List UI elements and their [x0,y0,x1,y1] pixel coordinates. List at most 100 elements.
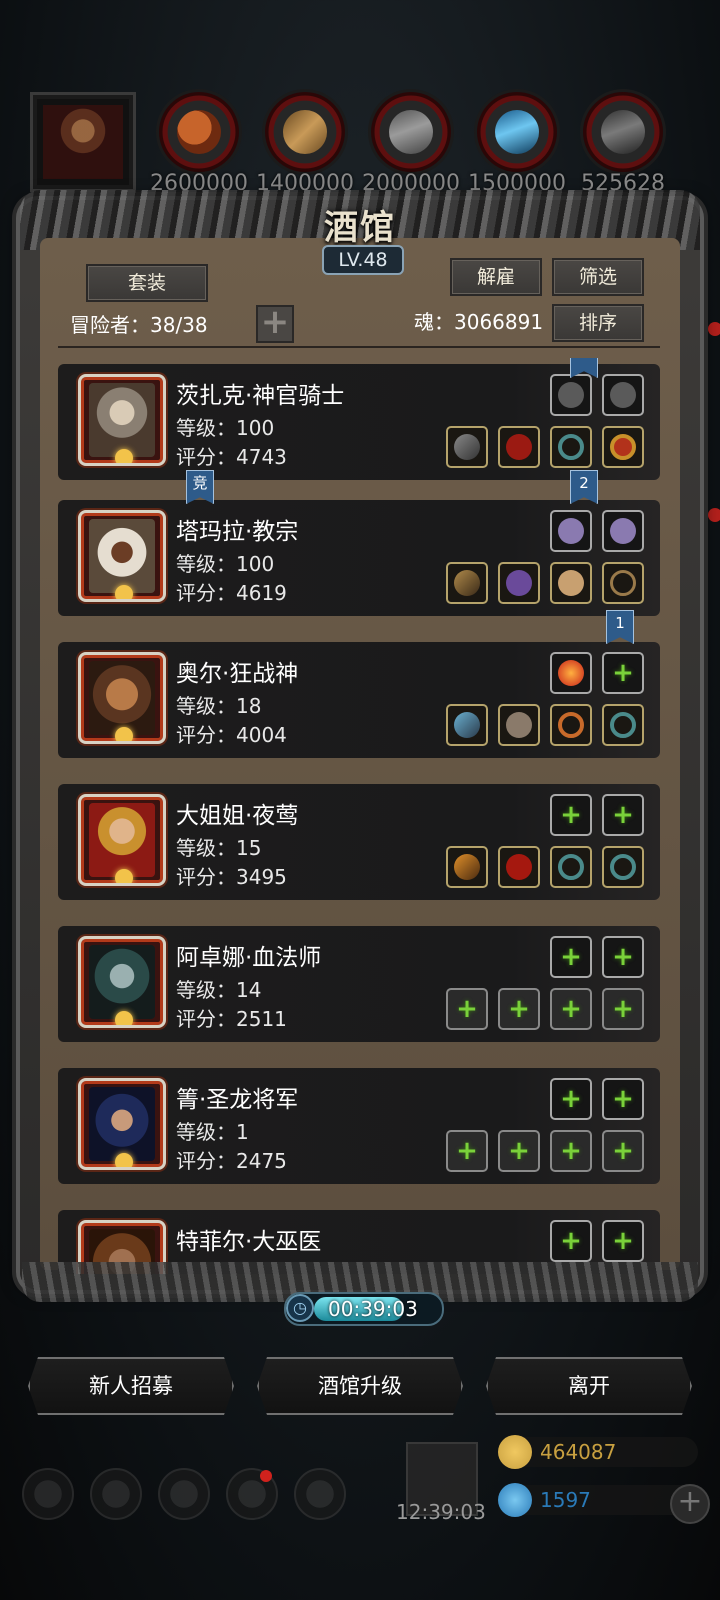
tavern-level-badge: LV.48 [322,245,404,275]
helmet-slot[interactable] [498,426,540,468]
ring-icon [610,854,636,880]
crystal-resource[interactable] [477,92,557,172]
armor-icon [506,712,532,738]
empty-gem-slot[interactable]: + [602,936,644,978]
sort-button[interactable]: 排序 [552,304,644,342]
hero-score: 评分：2511 [176,1007,287,1031]
hero-face [89,519,155,593]
hero-level: 等级：100 [176,552,275,576]
upgrade-tavern-button[interactable]: 酒馆升级 [257,1357,463,1415]
empty-ring-slot[interactable]: + [602,1130,644,1172]
add-currency-button[interactable]: + [670,1484,710,1524]
dismiss-button[interactable]: 解雇 [450,258,542,296]
ring-icon [558,712,584,738]
settings-icon[interactable] [22,1468,74,1520]
mail-notification-dot [260,1470,272,1482]
hero-name: 茨扎克·神官骑士 [176,383,345,409]
empty-weapon-slot[interactable]: + [446,1130,488,1172]
hero-portrait[interactable] [78,652,166,744]
hero-card[interactable]: 阿卓娜·血法师 等级：14 评分：2511 + + + + + + [58,926,660,1042]
meat-resource[interactable] [159,92,239,172]
moon-rank-icon [115,1011,133,1025]
meat-icon [177,110,221,154]
hero-portrait[interactable] [78,1078,166,1170]
moon-rank-icon [115,449,133,463]
hero-portrait[interactable] [78,936,166,1028]
wood-resource[interactable] [265,92,345,172]
filter-button[interactable]: 筛选 [552,258,644,296]
add-icon: + [612,1084,634,1114]
add-icon: + [612,800,634,830]
achievement-icon[interactable] [90,1468,142,1520]
set-button[interactable]: 套装 [86,264,208,302]
empty-weapon-slot[interactable]: + [446,988,488,1030]
moon-rank-icon [115,1153,133,1167]
helmet-icon [506,434,532,460]
ring-slot[interactable] [550,704,592,746]
empty-ring-slot[interactable]: + [550,988,592,1030]
player-avatar[interactable] [30,92,136,192]
cloak-slot[interactable] [498,846,540,888]
arena-ribbon: 竞 [186,470,214,504]
ring-slot[interactable] [550,426,592,468]
battleaxe-icon [454,712,480,738]
empty-gem-slot[interactable]: + [550,1220,592,1262]
iron-resource[interactable] [371,92,451,172]
empty-ring-slot[interactable]: + [550,1130,592,1172]
hero-card[interactable]: 大姐姐·夜莺 等级：15 评分：3495 + + [58,784,660,900]
crystal-slot[interactable] [550,510,592,552]
empty-armor-slot[interactable]: + [498,1130,540,1172]
empty-gem-slot[interactable]: + [602,794,644,836]
staff-icon [454,570,480,596]
axe-icon [454,434,480,460]
empty-armor-slot[interactable]: + [498,988,540,1030]
ring-slot[interactable] [602,846,644,888]
ring-slot[interactable] [550,846,592,888]
axe-slot[interactable] [446,426,488,468]
hero-list[interactable]: 茨扎克·神官骑士 等级：100 评分：4743 塔玛拉·教宗 等级：100 评分… [58,358,660,1274]
hero-name: 大姐姐·夜莺 [176,803,299,829]
crystal-slot[interactable] [602,510,644,552]
empty-gem-slot[interactable]: + [602,652,644,694]
crystal-icon [495,110,539,154]
gauntlet-icon [558,382,584,408]
hero-portrait[interactable] [78,510,166,602]
weapon-slot[interactable] [446,704,488,746]
timer-text: 00:39:03 [328,1297,418,1321]
side-notification-dot [708,508,720,522]
ring-slot[interactable] [602,426,644,468]
gauntlet-slot[interactable] [602,374,644,416]
weapon-slot[interactable] [446,846,488,888]
armor-icon [506,570,532,596]
ring-slot[interactable] [602,704,644,746]
event-icon[interactable] [294,1468,346,1520]
recruit-button[interactable]: 新人招募 [28,1357,234,1415]
armor-slot[interactable] [498,562,540,604]
hero-card[interactable]: 箐·圣龙将军 等级：1 评分：2475 + + + + + + [58,1068,660,1184]
iron-icon [389,110,433,154]
expand-capacity-button[interactable]: + [256,305,294,343]
mask-slot[interactable] [550,562,592,604]
leave-button[interactable]: 离开 [486,1357,692,1415]
plus-icon: + [260,302,290,342]
armor-slot[interactable] [498,704,540,746]
empty-gem-slot[interactable]: + [602,1078,644,1120]
empty-gem-slot[interactable]: + [550,794,592,836]
guild-icon[interactable] [158,1468,210,1520]
empty-gem-slot[interactable]: + [602,1220,644,1262]
empty-gem-slot[interactable]: + [550,1078,592,1120]
staff-slot[interactable] [446,562,488,604]
steel-resource[interactable] [583,92,663,172]
hero-card[interactable]: 奥尔·狂战神 等级：18 评分：4004 + [58,642,660,758]
hero-card[interactable]: 塔玛拉·教宗 等级：100 评分：4619 [58,500,660,616]
empty-ring-slot[interactable]: + [602,988,644,1030]
gauntlet-slot[interactable] [550,374,592,416]
hero-portrait[interactable] [78,374,166,466]
hero-portrait[interactable] [78,794,166,886]
gem-slot[interactable] [550,652,592,694]
team-ribbon: 1 [606,610,634,644]
moon-rank-icon [115,869,133,883]
empty-gem-slot[interactable]: + [550,936,592,978]
hero-card[interactable]: 茨扎克·神官骑士 等级：100 评分：4743 [58,364,660,480]
bow-slot[interactable] [602,562,644,604]
